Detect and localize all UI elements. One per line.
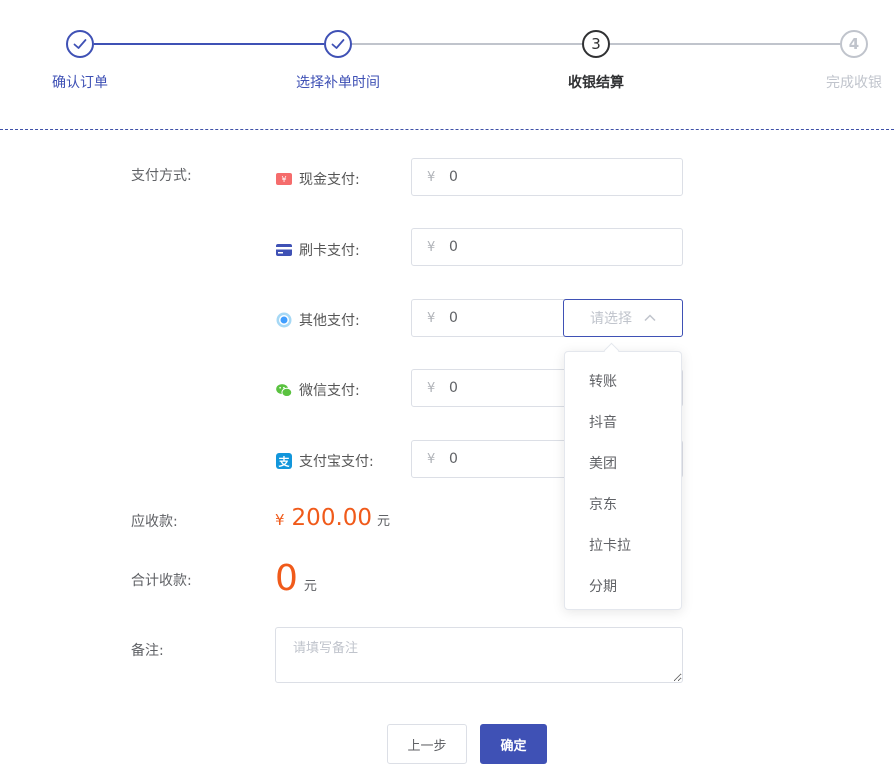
wechat-amount-value: 0 [449, 380, 458, 396]
cash-payment-label: ¥ 现金支付: [276, 169, 360, 189]
step-2-check-icon [324, 30, 352, 58]
dashed-divider [0, 129, 894, 130]
dropdown-option[interactable]: 分期 [589, 576, 617, 596]
due-unit: 元 [377, 514, 391, 529]
dropdown-option[interactable]: 抖音 [589, 412, 617, 432]
due-value: 200.00 [291, 505, 373, 531]
chevron-up-icon [644, 314, 656, 322]
due-label: 应收款: [131, 514, 178, 530]
remark-label: 备注: [131, 643, 164, 659]
due-amount: ¥ 200.00 元 [275, 505, 390, 531]
currency-symbol: ¥ [427, 451, 436, 467]
total-amount: 0 元 [275, 558, 317, 599]
step-connector-done [352, 43, 582, 45]
total-label: 合计收款: [131, 573, 192, 589]
other-payment-select[interactable]: 请选择 [563, 299, 683, 337]
other-payment-dropdown: 转账 抖音 美团 京东 拉卡拉 分期 [564, 351, 682, 610]
cash-icon: ¥ [276, 171, 292, 187]
card-payment-label: 刷卡支付: [276, 240, 360, 260]
step-1-check-icon [66, 30, 94, 58]
dropdown-option[interactable]: 拉卡拉 [589, 535, 631, 555]
confirm-button[interactable]: 确定 [480, 724, 547, 764]
total-unit: 元 [303, 579, 317, 594]
currency-symbol: ¥ [427, 380, 436, 396]
step-4-label: 完成收银 [826, 75, 882, 91]
step-3-label: 收银结算 [568, 75, 624, 91]
card-amount-value: 0 [449, 239, 458, 255]
other-payment-label: 其他支付: [276, 310, 360, 330]
steps-bar: 3 4 确认订单 选择补单时间 收银结算 完成收银 [0, 0, 894, 130]
other-payment-text: 其他支付: [299, 313, 360, 329]
wechat-payment-label: 微信支付: [276, 380, 360, 400]
step-2-label: 选择补单时间 [296, 75, 380, 91]
svg-text:¥: ¥ [281, 175, 286, 184]
card-amount-input[interactable]: ¥ 0 [411, 228, 683, 266]
cash-amount-value: 0 [449, 169, 458, 185]
alipay-payment-text: 支付宝支付: [299, 454, 374, 470]
other-pay-icon [276, 312, 292, 328]
cash-payment-text: 现金支付: [299, 172, 360, 188]
select-placeholder: 请选择 [590, 311, 632, 327]
svg-text:支: 支 [278, 455, 291, 469]
step-connector-pending [610, 43, 840, 45]
total-value: 0 [275, 558, 298, 599]
currency-symbol: ¥ [427, 169, 436, 185]
prev-step-button[interactable]: 上一步 [387, 724, 467, 764]
wechat-icon [276, 382, 292, 398]
remark-textarea[interactable] [275, 627, 683, 683]
currency-symbol: ¥ [427, 310, 436, 326]
card-icon [276, 242, 292, 258]
step-4-number: 4 [840, 30, 868, 58]
cash-amount-input[interactable]: ¥ 0 [411, 158, 683, 196]
alipay-amount-value: 0 [449, 451, 458, 467]
other-amount-value: 0 [449, 310, 458, 326]
dropdown-option[interactable]: 京东 [589, 494, 617, 514]
currency-symbol: ¥ [427, 239, 436, 255]
step-connector-done [94, 43, 324, 45]
alipay-icon: 支 [276, 453, 292, 469]
dropdown-option[interactable]: 美团 [589, 453, 617, 473]
payment-method-label: 支付方式: [131, 168, 192, 184]
step-3-number: 3 [582, 30, 610, 58]
wechat-payment-text: 微信支付: [299, 383, 360, 399]
step-1-label: 确认订单 [52, 75, 108, 91]
dropdown-option[interactable]: 转账 [589, 371, 617, 391]
card-payment-text: 刷卡支付: [299, 243, 360, 259]
due-currency: ¥ [275, 511, 285, 529]
alipay-payment-label: 支 支付宝支付: [276, 451, 374, 471]
